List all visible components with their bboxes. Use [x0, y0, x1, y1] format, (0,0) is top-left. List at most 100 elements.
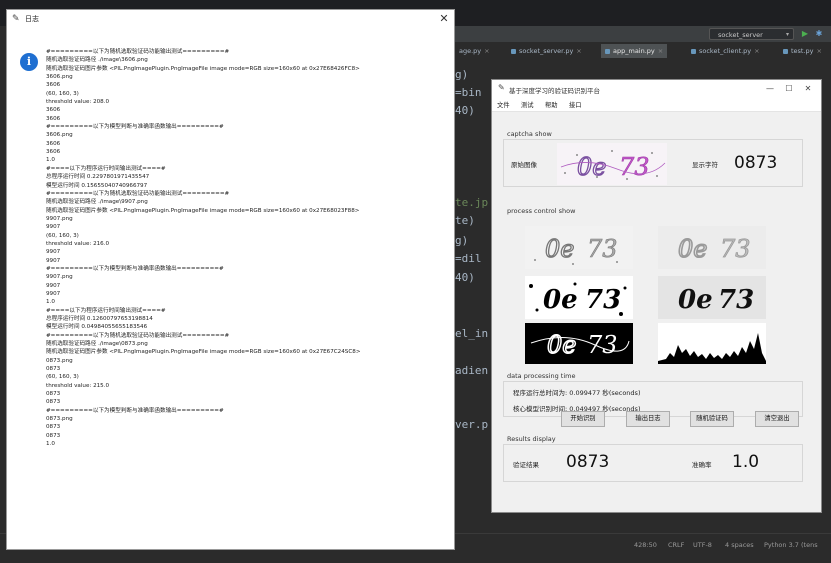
tab-label: test.py [791, 47, 814, 55]
process-image-binary: 0e 73 [525, 276, 633, 319]
status-line-ending[interactable]: CRLF [668, 541, 684, 549]
log-line: 随机选取验证码路径 ./image\0873.png [46, 341, 148, 348]
log-line: 随机选取验证码图片参数 <PIL.PngImagePlugin.PngImage… [46, 65, 360, 72]
histogram-plot [658, 323, 766, 364]
clear-exit-button[interactable]: 清空退出 [755, 411, 799, 427]
close-icon[interactable]: × [484, 47, 489, 55]
log-line: #=========以下为随机选取验证码功能输出测试=========# [46, 49, 230, 55]
log-line: (60, 160, 3) [46, 374, 79, 381]
maximize-button[interactable]: ☐ [782, 83, 796, 95]
code-fragment: ver.p [455, 418, 489, 431]
original-image-label: 原始图像 [511, 161, 537, 169]
menu-test[interactable]: 测试 [521, 100, 534, 109]
log-line: #=========以下为随机选取验证码功能输出测试=========# [46, 332, 230, 339]
log-line: 1.0 [46, 299, 55, 306]
minimize-button[interactable]: — [763, 83, 777, 95]
log-line: #====以下为程序运行时间输出测试====# [46, 307, 166, 314]
log-line: 3606 [46, 149, 61, 156]
chevron-down-icon: ▾ [785, 31, 789, 38]
run-config-label: socket_server [718, 31, 763, 39]
log-line: #=========以下为随机选取验证码功能输出测试=========# [46, 190, 230, 197]
data-processing-heading: data processing time [507, 372, 576, 380]
status-indent[interactable]: 4 spaces [725, 541, 754, 549]
log-titlebar[interactable]: ✎ 日志 ✕ [7, 10, 454, 30]
tab-label: age.py [459, 47, 482, 55]
log-line: 0873 [46, 391, 61, 398]
close-icon[interactable]: × [576, 47, 581, 55]
accuracy-value: 1.0 [732, 452, 760, 472]
close-icon[interactable]: × [754, 47, 759, 55]
editor-tab[interactable]: socket_server.py × [507, 44, 586, 58]
log-line: 0873 [46, 366, 61, 373]
app-titlebar[interactable]: ✎ 基于深度学习的验证码识别平台 — ☐ ✕ [492, 80, 821, 98]
log-line: (60, 160, 3) [46, 90, 79, 97]
status-position[interactable]: 428:50 [634, 541, 657, 549]
log-line: 3606.png [46, 74, 73, 81]
log-line: 随机选取验证码路径 ./image\3606.png [46, 57, 148, 64]
svg-text:73: 73 [587, 235, 618, 263]
log-line: 3606 [46, 140, 61, 147]
tab-label: socket_client.py [699, 47, 752, 55]
start-recognition-button[interactable]: 开始识别 [561, 411, 605, 427]
log-line: 0873 [46, 424, 61, 431]
log-line: #=========以下为模型判断与准确率函数输出=========# [46, 265, 224, 272]
editor-tab-active[interactable]: app_main.py × [601, 44, 668, 58]
feather-icon: ✎ [498, 83, 505, 92]
editor-tab[interactable]: age.py × [455, 44, 494, 58]
process-control-heading: process control show [507, 207, 576, 215]
close-icon[interactable]: × [817, 47, 822, 55]
log-line: threshold value: 216.0 [46, 240, 110, 247]
menu-file[interactable]: 文件 [497, 100, 510, 109]
process-image-inverted: 0e 73 [525, 323, 633, 364]
log-line: 总程序运行时间 0.12600797653198814 [46, 316, 153, 322]
app-title: 基于深度学习的验证码识别平台 [509, 87, 600, 95]
log-line: 9907 [46, 249, 61, 256]
log-title: 日志 [25, 15, 39, 23]
debug-icon[interactable]: ✱ [814, 29, 824, 39]
run-icon[interactable]: ▶ [800, 29, 810, 39]
log-line: 9907 [46, 282, 61, 289]
captcha-app-window: ✎ 基于深度学习的验证码识别平台 — ☐ ✕ 文件 测试 帮助 接口 captc… [491, 79, 822, 513]
svg-text:73: 73 [718, 285, 754, 315]
total-time-text: 程序运行总时间为: 0.099477 秒(seconds) [513, 389, 641, 397]
menu-help[interactable]: 帮助 [545, 100, 558, 109]
editor-tab[interactable]: test.py × [779, 44, 826, 58]
close-icon[interactable]: × [658, 47, 663, 55]
result-label: 验证结果 [513, 461, 539, 469]
python-file-icon [691, 48, 696, 54]
log-line: 模型运行时间 0.15655040740966797 [46, 182, 148, 189]
log-line: #====以下为程序运行时间输出测试====# [46, 165, 166, 172]
random-captcha-button[interactable]: 随机验证码 [690, 411, 734, 427]
menu-bar: 文件 测试 帮助 接口 [492, 98, 821, 112]
code-fragment: 40) [455, 271, 475, 284]
close-button[interactable]: ✕ [801, 83, 815, 95]
captcha-original-image: 0e 73 [557, 143, 667, 185]
log-line: 9907 [46, 224, 61, 231]
log-line: 9907 [46, 290, 61, 297]
log-line: (60, 160, 3) [46, 232, 79, 239]
svg-text:0e: 0e [547, 331, 576, 359]
accuracy-label: 准确率 [692, 461, 712, 469]
code-fragment: =dil [455, 252, 482, 265]
code-fragment: te.jp [455, 196, 489, 209]
process-image-dilated: 0e 73 [658, 276, 766, 319]
editor-tab[interactable]: socket_client.py × [687, 44, 764, 58]
log-line: threshold value: 208.0 [46, 99, 110, 106]
log-line: 模型运行时间 0.04984055655183546 [46, 324, 148, 331]
status-encoding[interactable]: UTF-8 [693, 541, 712, 549]
run-config-select[interactable]: socket_server ▾ [709, 28, 794, 40]
log-line: 1.0 [46, 157, 55, 164]
svg-text:0e: 0e [545, 235, 574, 263]
output-log-button[interactable]: 输出日志 [626, 411, 670, 427]
status-interpreter[interactable]: Python 3.7 (tens [764, 541, 818, 549]
log-line: 0873 [46, 399, 61, 406]
svg-text:0e: 0e [678, 285, 713, 315]
info-icon: i [20, 53, 38, 71]
feather-icon: ✎ [12, 14, 20, 24]
process-image-blurred: 0e 73 [658, 226, 766, 269]
close-button[interactable]: ✕ [437, 12, 451, 26]
display-char-label: 显示字符 [692, 161, 718, 169]
python-file-icon [511, 48, 516, 54]
menu-interface[interactable]: 接口 [569, 100, 582, 109]
log-line: 0873.png [46, 416, 73, 423]
